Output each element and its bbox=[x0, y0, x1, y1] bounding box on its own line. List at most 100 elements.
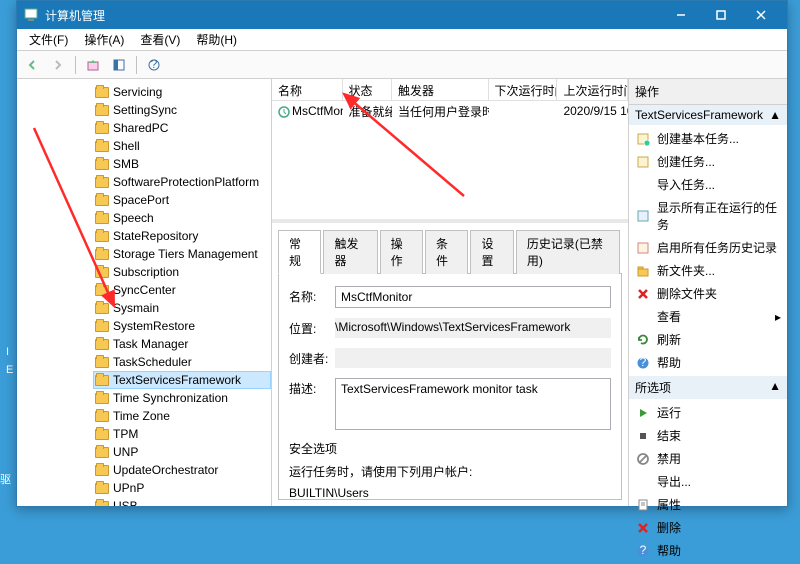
tab-条件[interactable]: 条件 bbox=[425, 230, 468, 274]
props-icon bbox=[635, 497, 651, 513]
task-row[interactable]: MsCtfMoni...准备就绪当任何用户登录时2020/9/15 10:05 bbox=[272, 101, 628, 121]
tree-item-smb[interactable]: SMB bbox=[93, 155, 271, 173]
run-icon bbox=[635, 405, 651, 421]
folder-icon bbox=[95, 447, 109, 458]
desc-label: 描述: bbox=[289, 378, 335, 397]
tree-item-settingsync[interactable]: SettingSync bbox=[93, 101, 271, 119]
action-item[interactable]: 导出... bbox=[629, 470, 787, 493]
titlebar: 计算机管理 bbox=[17, 1, 787, 29]
maximize-button[interactable] bbox=[701, 1, 741, 29]
action-item[interactable]: 导入任务... bbox=[629, 173, 787, 196]
tree-item-unp[interactable]: UNP bbox=[93, 443, 271, 461]
tree-item-time-zone[interactable]: Time Zone bbox=[93, 407, 271, 425]
tree-item-servicing[interactable]: Servicing bbox=[93, 83, 271, 101]
actions-group-a-title: TextServicesFramework▲ bbox=[629, 105, 787, 125]
tree-item-synccenter[interactable]: SyncCenter bbox=[93, 281, 271, 299]
tab-操作[interactable]: 操作 bbox=[380, 230, 423, 274]
action-item[interactable]: ?帮助 bbox=[629, 351, 787, 374]
action-item[interactable]: 删除文件夹 bbox=[629, 282, 787, 305]
folder-icon bbox=[95, 357, 109, 368]
close-button[interactable] bbox=[741, 1, 781, 29]
tree-item-speech[interactable]: Speech bbox=[93, 209, 271, 227]
menu-action[interactable]: 操作(A) bbox=[76, 29, 132, 50]
security-line: 运行任务时，请使用下列用户帐户: bbox=[289, 463, 611, 480]
folder-icon bbox=[95, 159, 109, 170]
tab-设置[interactable]: 设置 bbox=[470, 230, 513, 274]
column-header[interactable]: 下次运行时间 bbox=[489, 79, 558, 100]
tree-item-softwareprotectionplatform[interactable]: SoftwareProtectionPlatform bbox=[93, 173, 271, 191]
task-list-body[interactable]: MsCtfMoni...准备就绪当任何用户登录时2020/9/15 10:05 bbox=[272, 101, 628, 219]
column-header[interactable]: 上次运行时间 bbox=[557, 79, 628, 100]
action-item[interactable]: 查看▸ bbox=[629, 305, 787, 328]
action-item[interactable]: 运行 bbox=[629, 401, 787, 424]
show-hide-button[interactable] bbox=[108, 54, 130, 76]
action-item[interactable]: 新文件夹... bbox=[629, 259, 787, 282]
author-value bbox=[335, 348, 611, 368]
detail-tabs: 常规触发器操作条件设置历史记录(已禁用) bbox=[278, 229, 622, 274]
folder-icon bbox=[95, 375, 109, 386]
folder-icon bbox=[95, 465, 109, 476]
tree-item-storage-tiers-management[interactable]: Storage Tiers Management bbox=[93, 245, 271, 263]
action-item[interactable]: 删除 bbox=[629, 516, 787, 539]
menubar: 文件(F) 操作(A) 查看(V) 帮助(H) bbox=[17, 29, 787, 51]
blank-icon bbox=[635, 309, 651, 325]
menu-file[interactable]: 文件(F) bbox=[21, 29, 76, 50]
desc-field[interactable]: TextServicesFramework monitor task bbox=[335, 378, 611, 430]
folder-icon bbox=[95, 195, 109, 206]
column-header[interactable]: 触发器 bbox=[392, 79, 488, 100]
tree-item-shell[interactable]: Shell bbox=[93, 137, 271, 155]
action-item[interactable]: 禁用 bbox=[629, 447, 787, 470]
delete-red-icon bbox=[635, 520, 651, 536]
action-item[interactable]: 属性 bbox=[629, 493, 787, 516]
tab-触发器[interactable]: 触发器 bbox=[323, 230, 377, 274]
tree-item-usb[interactable]: USB bbox=[93, 497, 271, 506]
tree-item-sharedpc[interactable]: SharedPC bbox=[93, 119, 271, 137]
tree-item-tpm[interactable]: TPM bbox=[93, 425, 271, 443]
tree-item-updateorchestrator[interactable]: UpdateOrchestrator bbox=[93, 461, 271, 479]
tree-item-sysmain[interactable]: Sysmain bbox=[93, 299, 271, 317]
action-item[interactable]: 创建任务... bbox=[629, 150, 787, 173]
folder-new-icon bbox=[635, 263, 651, 279]
tree-item-subscription[interactable]: Subscription bbox=[93, 263, 271, 281]
tree-item-taskscheduler[interactable]: TaskScheduler bbox=[93, 353, 271, 371]
tab-历史记录(已禁用)[interactable]: 历史记录(已禁用) bbox=[516, 230, 620, 274]
action-item[interactable]: 显示所有正在运行的任务 bbox=[629, 196, 787, 236]
folder-icon bbox=[95, 339, 109, 350]
column-header[interactable]: 状态 bbox=[343, 79, 392, 100]
action-item[interactable]: 刷新 bbox=[629, 328, 787, 351]
back-button[interactable] bbox=[21, 54, 43, 76]
tree-item-systemrestore[interactable]: SystemRestore bbox=[93, 317, 271, 335]
actions-group-b-title: 所选项▲ bbox=[629, 376, 787, 399]
action-item[interactable]: 结束 bbox=[629, 424, 787, 447]
tree-item-upnp[interactable]: UPnP bbox=[93, 479, 271, 497]
menu-help[interactable]: 帮助(H) bbox=[188, 29, 245, 50]
minimize-button[interactable] bbox=[661, 1, 701, 29]
tree-item-time-synchronization[interactable]: Time Synchronization bbox=[93, 389, 271, 407]
detail-pane: 常规触发器操作条件设置历史记录(已禁用) 名称: MsCtfMonitor 位置… bbox=[272, 223, 628, 506]
action-item[interactable]: ?帮助 bbox=[629, 539, 787, 562]
folder-icon bbox=[95, 213, 109, 224]
action-item[interactable]: 启用所有任务历史记录 bbox=[629, 236, 787, 259]
tree-item-spaceport[interactable]: SpacePort bbox=[93, 191, 271, 209]
svg-text:?: ? bbox=[151, 58, 158, 71]
tree-pane[interactable]: ServicingSettingSyncSharedPCShellSMBSoft… bbox=[17, 79, 272, 506]
forward-button[interactable] bbox=[47, 54, 69, 76]
action-item[interactable]: 创建基本任务... bbox=[629, 127, 787, 150]
name-field[interactable]: MsCtfMonitor bbox=[335, 286, 611, 308]
author-label: 创建者: bbox=[289, 348, 335, 367]
folder-icon bbox=[95, 411, 109, 422]
help-button[interactable]: ? bbox=[143, 54, 165, 76]
tree-item-staterepository[interactable]: StateRepository bbox=[93, 227, 271, 245]
folder-icon bbox=[95, 87, 109, 98]
column-header[interactable]: 名称 bbox=[272, 79, 343, 100]
up-button[interactable] bbox=[82, 54, 104, 76]
tree-item-task-manager[interactable]: Task Manager bbox=[93, 335, 271, 353]
tree-item-textservicesframework[interactable]: TextServicesFramework bbox=[93, 371, 271, 389]
folder-icon bbox=[95, 285, 109, 296]
folder-icon bbox=[95, 177, 109, 188]
folder-icon bbox=[95, 429, 109, 440]
menu-view[interactable]: 查看(V) bbox=[132, 29, 188, 50]
disable-icon bbox=[635, 451, 651, 467]
tab-常规[interactable]: 常规 bbox=[278, 230, 321, 274]
main-window: 计算机管理 文件(F) 操作(A) 查看(V) 帮助(H) ? Servicin… bbox=[16, 0, 788, 507]
